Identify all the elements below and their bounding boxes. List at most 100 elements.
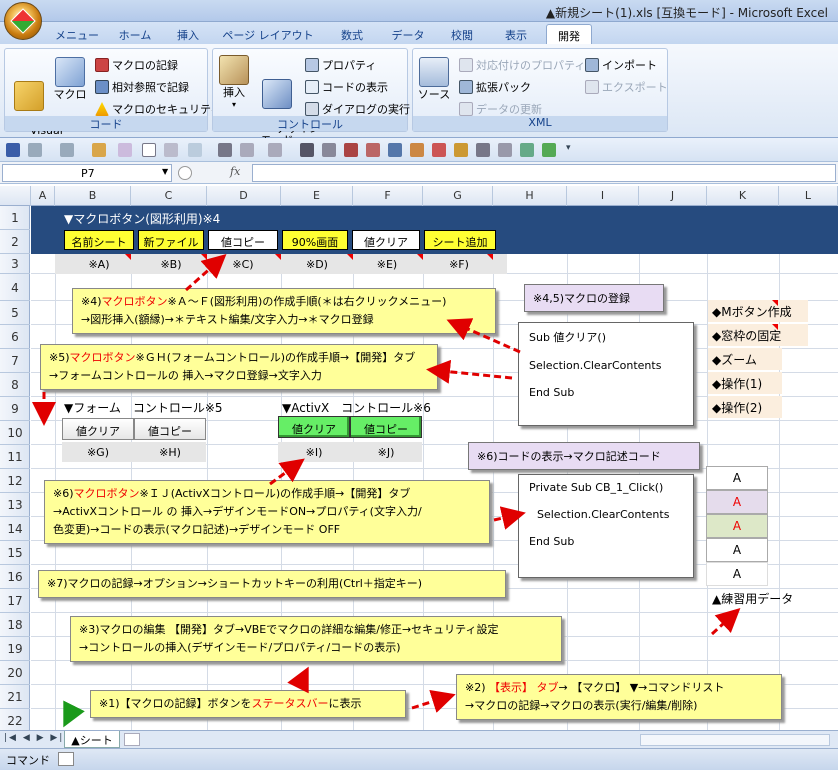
row-header[interactable]: 21 [0,685,30,709]
copy-icon[interactable] [498,143,512,157]
form-button-value-copy[interactable]: 値コピー [134,418,206,440]
fx-icon[interactable]: fx [230,165,240,178]
row-header[interactable]: 4 [0,274,30,301]
horizontal-scrollbar[interactable] [640,734,830,746]
form-button-value-clear[interactable]: 値クリア [62,418,134,440]
row-header[interactable]: 14 [0,517,30,541]
activex-button-value-clear[interactable]: 値クリア [278,416,350,438]
macro-button[interactable]: マクロ [53,57,87,101]
row-header[interactable]: 6 [0,325,30,349]
column-header-k[interactable]: K [707,186,779,206]
list-item-op2[interactable]: ◆操作(2) [708,396,782,418]
practice-cell[interactable]: A [706,562,768,586]
sheet-tab[interactable]: ▲シート [64,731,120,748]
shape-button-zoom-90[interactable]: 90%画面 [282,230,348,250]
import-button[interactable]: インポート [585,57,657,73]
row-header[interactable]: 5 [0,301,30,325]
tab-developer[interactable]: 開発 [546,24,592,44]
list-item-zoom[interactable]: ◆ズーム [708,348,782,370]
redo-icon[interactable] [60,143,74,157]
camera-icon[interactable] [322,143,336,157]
save-icon[interactable] [6,143,20,157]
clip-icon[interactable] [366,143,380,157]
shape-button-value-clear[interactable]: 値クリア [352,230,420,250]
row-header[interactable]: 10 [0,421,30,445]
relative-reference-button[interactable]: 相対参照で記録 [95,79,189,95]
tab-formulas[interactable]: 数式 [330,24,374,44]
format-icon[interactable] [92,143,106,157]
column-header-i[interactable]: I [567,186,639,206]
crop-icon[interactable] [300,143,314,157]
tab-insert[interactable]: 挿入 [168,24,208,44]
list-item-op1[interactable]: ◆操作(1) [708,372,782,394]
column-header-d[interactable]: D [207,186,281,206]
cut-icon[interactable] [164,143,178,157]
name-box-dropdown-icon[interactable]: ▼ [162,167,168,176]
column-header-h[interactable]: H [493,186,567,206]
row-header[interactable]: 3 [0,254,30,274]
run-dialog-button[interactable]: ダイアログの実行 [305,101,410,117]
list-item-mbutton[interactable]: ◆Mボタン作成 [708,300,808,322]
tab-page-layout[interactable]: ページ レイアウト [216,24,320,44]
row-header[interactable]: 15 [0,541,30,565]
row-header[interactable]: 20 [0,661,30,685]
shape-button-add-sheet[interactable]: シート追加 [424,230,496,250]
shape-button-new-file[interactable]: 新ファイル [138,230,204,250]
column-header-l[interactable]: L [779,186,838,206]
row-header[interactable]: 19 [0,637,30,661]
lock-icon[interactable] [454,143,468,157]
tab-review[interactable]: 校閲 [440,24,484,44]
expansion-pack-button[interactable]: 拡張パック [459,79,531,95]
refresh-data-button[interactable]: データの更新 [459,101,542,117]
tab-home[interactable]: ホーム [110,24,160,44]
export-button[interactable]: エクスポート [585,79,668,95]
select-all-corner[interactable] [0,186,31,206]
tab-view[interactable]: 表示 [494,24,538,44]
record-macro-status-icon[interactable] [58,752,74,766]
shape-button-name-sheet[interactable]: 名前シート [64,230,134,250]
shape-button-value-copy[interactable]: 値コピー [208,230,278,250]
grid-icon[interactable] [188,143,202,157]
column-header-a[interactable]: A [31,186,55,206]
sheet-nav-icon[interactable]: |◀ ◀ ▶ ▶| [4,733,64,743]
insert-sheet-icon[interactable] [124,733,140,746]
row-header[interactable]: 2 [0,230,30,254]
pointer-icon[interactable] [218,143,232,157]
row-header[interactable]: 17 [0,589,30,613]
undo-icon[interactable] [28,143,42,157]
row-header[interactable]: 16 [0,565,30,589]
shape-icon[interactable] [240,143,254,157]
qat-dropdown-icon[interactable]: ▾ [566,143,576,157]
name-box[interactable]: P7 [2,164,172,182]
select-icon[interactable] [268,143,282,157]
row-header[interactable]: 12 [0,469,30,493]
row-header[interactable]: 9 [0,397,30,421]
column-header-j[interactable]: J [639,186,707,206]
view-code-button[interactable]: コードの表示 [305,79,388,95]
office-button[interactable] [4,2,42,40]
practice-cell[interactable]: A [706,514,768,538]
row-header[interactable]: 11 [0,445,30,469]
picture-icon[interactable] [410,143,424,157]
image-icon[interactable] [520,143,534,157]
print-icon[interactable] [432,143,446,157]
map-properties-button[interactable]: 対応付けのプロパティ [459,57,585,73]
formula-input[interactable] [252,164,836,182]
chart-icon[interactable] [388,143,402,157]
activex-button-value-copy[interactable]: 値コピー [350,416,422,438]
row-header[interactable]: 8 [0,373,30,397]
practice-cell[interactable]: A [706,538,768,562]
insert-control-button[interactable]: 挿入 ▾ [217,55,251,111]
tab-data[interactable]: データ [384,24,432,44]
table-icon[interactable] [542,143,556,157]
row-header[interactable]: 1 [0,206,30,230]
scissors-icon[interactable] [344,143,358,157]
row-header[interactable]: 13 [0,493,30,517]
column-header-e[interactable]: E [281,186,353,206]
row-header[interactable]: 7 [0,349,30,373]
column-header-b[interactable]: B [55,186,131,206]
practice-cell[interactable]: A [706,466,768,490]
new-icon[interactable] [142,143,156,157]
macro-security-button[interactable]: マクロのセキュリティ [95,101,221,117]
border-icon[interactable] [118,143,132,157]
